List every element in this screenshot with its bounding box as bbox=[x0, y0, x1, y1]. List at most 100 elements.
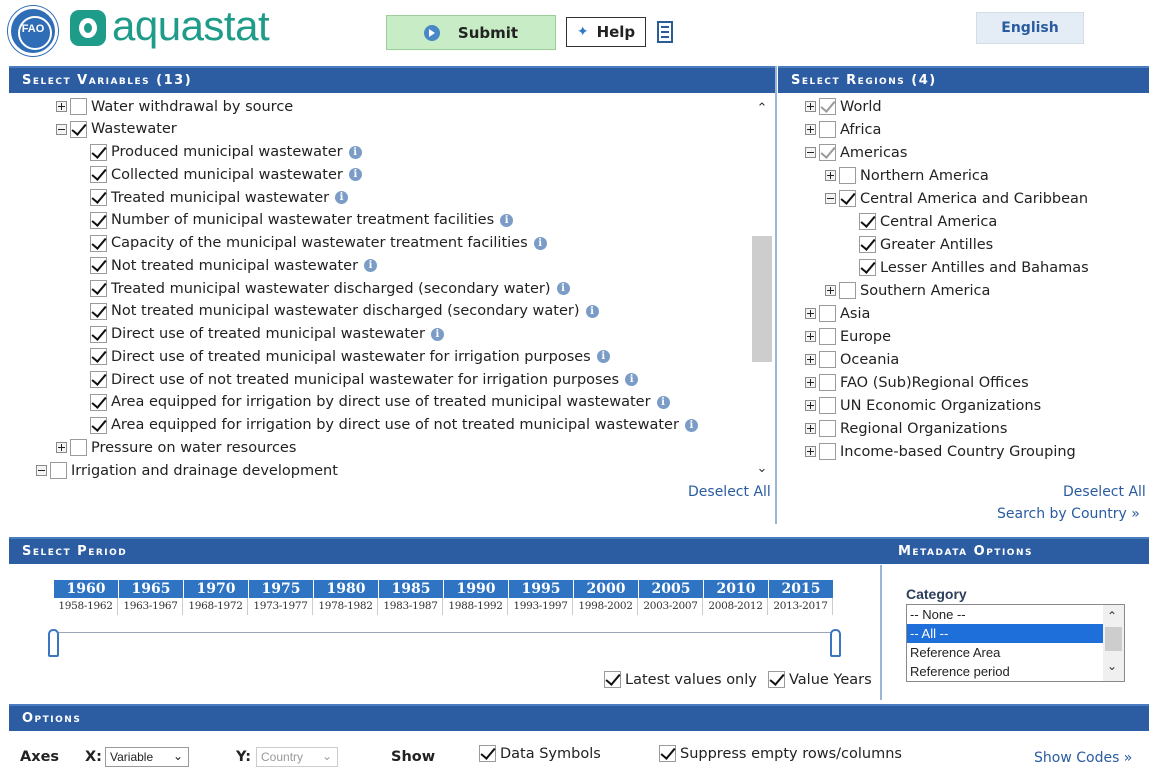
item-checkbox[interactable] bbox=[90, 393, 107, 411]
item-checkbox[interactable] bbox=[90, 234, 107, 252]
regions-tree-item[interactable]: Africa bbox=[805, 118, 881, 141]
period-column[interactable]: 2005 2003-2007 bbox=[639, 580, 704, 615]
item-checkbox[interactable] bbox=[70, 98, 87, 115]
regions-tree-item[interactable]: Americas bbox=[805, 141, 907, 164]
expand-icon[interactable] bbox=[805, 101, 816, 112]
period-end-handle[interactable] bbox=[830, 629, 841, 657]
info-icon[interactable]: i bbox=[596, 350, 610, 364]
regions-tree-item[interactable]: Central America bbox=[845, 210, 997, 233]
item-checkbox[interactable] bbox=[859, 236, 876, 253]
category-listbox[interactable]: -- None -- -- All -- Reference Area Referen… bbox=[906, 604, 1125, 682]
data-symbols-checkbox[interactable] bbox=[479, 745, 496, 762]
period-column[interactable]: 1975 1973-1977 bbox=[249, 580, 314, 615]
expand-icon[interactable] bbox=[805, 354, 816, 365]
item-checkbox[interactable] bbox=[90, 143, 107, 161]
expand-icon[interactable] bbox=[805, 446, 816, 457]
item-checkbox[interactable] bbox=[819, 374, 836, 391]
regions-tree-item[interactable]: Income-based Country Grouping bbox=[805, 440, 1076, 463]
info-icon[interactable]: i bbox=[430, 327, 444, 341]
expand-icon[interactable] bbox=[825, 285, 836, 296]
scrollbar-thumb[interactable] bbox=[752, 236, 772, 362]
item-checkbox[interactable] bbox=[819, 328, 836, 345]
expand-icon[interactable] bbox=[805, 308, 816, 319]
suppress-empty-checkbox[interactable] bbox=[659, 745, 676, 762]
period-column[interactable]: 1970 1968-1972 bbox=[184, 580, 249, 615]
period-column[interactable]: 1985 1983-1987 bbox=[379, 580, 444, 615]
item-checkbox[interactable] bbox=[90, 371, 107, 388]
variables-tree-item[interactable]: Direct use of not treated municipal wast… bbox=[76, 368, 639, 391]
regions-tree-item[interactable]: Regional Organizations bbox=[805, 417, 1007, 440]
variables-tree-item[interactable]: Direct use of treated municipal wastewat… bbox=[76, 323, 444, 346]
collapse-icon[interactable] bbox=[825, 193, 836, 204]
category-option[interactable]: Reference period bbox=[907, 662, 1103, 681]
variables-deselect-all-link[interactable]: Deselect All bbox=[688, 484, 771, 500]
item-checkbox[interactable] bbox=[90, 189, 107, 206]
period-column[interactable]: 1980 1978-1982 bbox=[314, 580, 379, 615]
expand-icon[interactable] bbox=[805, 400, 816, 411]
variables-tree-item[interactable]: Area equipped for irrigation by direct u… bbox=[76, 414, 698, 437]
period-column[interactable]: 1960 1958-1962 bbox=[54, 580, 119, 615]
period-start-handle[interactable] bbox=[48, 629, 59, 657]
info-icon[interactable]: i bbox=[684, 418, 698, 432]
item-checkbox[interactable] bbox=[70, 120, 87, 138]
latest-values-option[interactable]: Latest values only bbox=[604, 671, 757, 688]
item-checkbox[interactable] bbox=[819, 397, 836, 414]
show-codes-link[interactable]: Show Codes » bbox=[1034, 750, 1132, 766]
expand-icon[interactable] bbox=[56, 442, 67, 454]
regions-tree-item[interactable]: Central America and Caribbean bbox=[825, 187, 1088, 210]
category-option[interactable]: Reference Area bbox=[907, 643, 1103, 662]
period-column[interactable]: 1995 1993-1997 bbox=[509, 580, 574, 615]
variables-tree-item[interactable]: Wastewater bbox=[56, 118, 177, 141]
item-checkbox[interactable] bbox=[90, 257, 107, 275]
latest-values-checkbox[interactable] bbox=[604, 671, 621, 688]
item-checkbox[interactable] bbox=[859, 259, 876, 276]
scroll-up-icon[interactable]: ⌃ bbox=[755, 102, 769, 116]
scrollbar-thumb[interactable] bbox=[1105, 627, 1122, 651]
item-checkbox[interactable] bbox=[819, 305, 836, 322]
regions-tree-item[interactable]: Northern America bbox=[825, 164, 989, 187]
x-axis-select[interactable]: Variable ⌄ bbox=[105, 747, 189, 767]
regions-tree-item[interactable]: UN Economic Organizations bbox=[805, 394, 1041, 417]
expand-icon[interactable] bbox=[825, 170, 836, 181]
variables-tree-item[interactable]: Direct use of treated municipal wastewat… bbox=[76, 345, 610, 368]
variables-scrollbar[interactable]: ⌃ ⌄ bbox=[752, 96, 772, 482]
period-column[interactable]: 2015 2013-2017 bbox=[769, 580, 834, 615]
regions-tree-item[interactable]: Asia bbox=[805, 302, 870, 325]
expand-icon[interactable] bbox=[56, 101, 67, 112]
info-icon[interactable]: i bbox=[556, 282, 570, 295]
variables-tree-item[interactable]: Not treated municipal wastewater i bbox=[76, 254, 378, 277]
item-checkbox[interactable] bbox=[90, 211, 107, 229]
item-checkbox[interactable] bbox=[90, 348, 107, 366]
period-column[interactable]: 1990 1988-1992 bbox=[444, 580, 509, 615]
item-checkbox[interactable] bbox=[90, 302, 107, 320]
expand-icon[interactable] bbox=[805, 331, 816, 342]
collapse-icon[interactable] bbox=[36, 465, 47, 476]
variables-tree-item[interactable]: Not treated municipal wastewater dischar… bbox=[76, 300, 599, 323]
variables-tree-item[interactable]: Number of municipal wastewater treatment… bbox=[76, 209, 514, 232]
info-icon[interactable]: i bbox=[335, 191, 349, 204]
document-icon[interactable] bbox=[657, 21, 673, 43]
value-years-checkbox[interactable] bbox=[768, 671, 785, 688]
info-icon[interactable]: i bbox=[585, 304, 599, 318]
variables-tree-item[interactable]: Irrigation and drainage development bbox=[36, 459, 338, 482]
variables-tree-item[interactable]: Produced municipal wastewater i bbox=[76, 141, 362, 164]
item-checkbox[interactable] bbox=[90, 416, 107, 434]
scroll-up-icon[interactable]: ⌃ bbox=[1107, 609, 1117, 623]
item-checkbox[interactable] bbox=[819, 98, 836, 115]
category-option[interactable]: -- All -- bbox=[907, 624, 1103, 643]
collapse-icon[interactable] bbox=[805, 147, 816, 158]
item-checkbox[interactable] bbox=[90, 166, 107, 184]
period-column[interactable]: 1965 1963-1967 bbox=[119, 580, 184, 615]
info-icon[interactable]: i bbox=[500, 213, 514, 227]
submit-button[interactable]: Submit bbox=[386, 15, 556, 50]
info-icon[interactable]: i bbox=[533, 236, 547, 250]
item-checkbox[interactable] bbox=[839, 282, 856, 299]
item-checkbox[interactable] bbox=[90, 325, 107, 343]
info-icon[interactable]: i bbox=[348, 168, 362, 182]
regions-tree-item[interactable]: World bbox=[805, 95, 882, 118]
item-checkbox[interactable] bbox=[819, 121, 836, 138]
expand-icon[interactable] bbox=[805, 377, 816, 388]
item-checkbox[interactable] bbox=[839, 167, 856, 184]
regions-tree-item[interactable]: Greater Antilles bbox=[845, 233, 993, 256]
period-column[interactable]: 2000 1998-2002 bbox=[574, 580, 639, 615]
